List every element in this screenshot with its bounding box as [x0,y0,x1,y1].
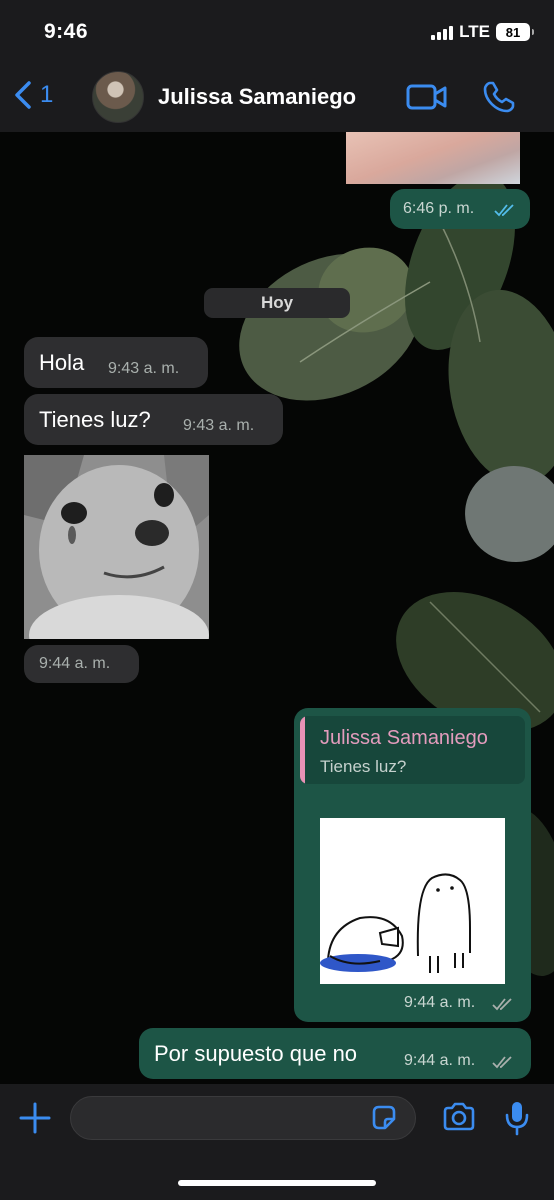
chihuahua-image [24,455,209,639]
network-label: LTE [459,22,490,41]
attach-button[interactable] [18,1101,52,1140]
message-time: 6:46 p. m. [403,200,475,217]
video-camera-icon [406,84,447,110]
microphone-button[interactable] [504,1100,530,1141]
camera-button[interactable] [442,1102,476,1137]
status-indicators: LTE 81 [431,22,534,42]
video-call-button[interactable] [406,82,448,117]
sticker-time-bubble: 9:44 a. m. [24,645,139,683]
message-text: Tienes luz? [39,407,151,432]
message-time: 9:43 a. m. [108,360,180,377]
unread-count: 1 [40,81,54,108]
back-button[interactable]: 1 [12,80,53,110]
sad-cartoon-sticker [320,818,505,984]
camera-icon [443,1102,475,1131]
plus-icon [19,1102,51,1134]
quoted-author: Julissa Samaniego [320,727,488,749]
message-time: 9:43 a. m. [183,417,255,434]
status-bar: 9:46 LTE 81 [0,0,554,62]
incoming-message[interactable]: Tienes luz? 9:43 a. m. [24,394,283,445]
chat-area[interactable]: 6:46 p. m. Hoy Hola 9:43 a. m. Tienes lu… [0,132,554,1084]
message-text: Por supuesto que no [154,1041,358,1066]
message-time: 9:44 a. m. [404,994,476,1011]
quoted-message[interactable]: Julissa Samaniego Tienes luz? [300,716,525,784]
chat-header: 1 Julissa Samaniego [0,62,554,132]
signal-icon [431,24,454,40]
message-time: 9:44 a. m. [39,655,111,672]
home-indicator[interactable] [178,1180,376,1186]
message-input[interactable] [87,1097,367,1139]
date-separator: Hoy [204,288,350,318]
double-check-icon [492,998,512,1011]
battery-level: 81 [505,24,521,40]
quote-bar [300,716,305,784]
double-check-icon [494,204,514,217]
composer-bar [0,1084,554,1200]
sent-sticker[interactable] [320,818,505,984]
message-input-container[interactable] [70,1096,416,1140]
microphone-icon [505,1102,529,1136]
contact-name[interactable]: Julissa Samaniego [158,84,356,110]
chevron-left-icon [15,81,31,109]
quoted-text: Tienes luz? [320,757,407,776]
sticker-button[interactable] [370,1104,398,1137]
outgoing-time-bubble: 6:46 p. m. [390,189,530,229]
battery-icon: 81 [496,23,534,41]
message-time: 9:44 a. m. [404,1052,476,1069]
double-check-icon [492,1056,512,1069]
outgoing-message[interactable]: Por supuesto que no 9:44 a. m. [139,1028,531,1079]
status-time: 9:46 [44,20,89,43]
message-text: Hola [39,350,85,375]
avatar[interactable] [92,71,144,123]
voice-call-button[interactable] [482,80,516,119]
received-sticker[interactable] [24,455,209,639]
sticker-icon [372,1105,396,1130]
incoming-message[interactable]: Hola 9:43 a. m. [24,337,208,388]
phone-icon [483,81,515,113]
sent-photo[interactable] [346,132,520,184]
